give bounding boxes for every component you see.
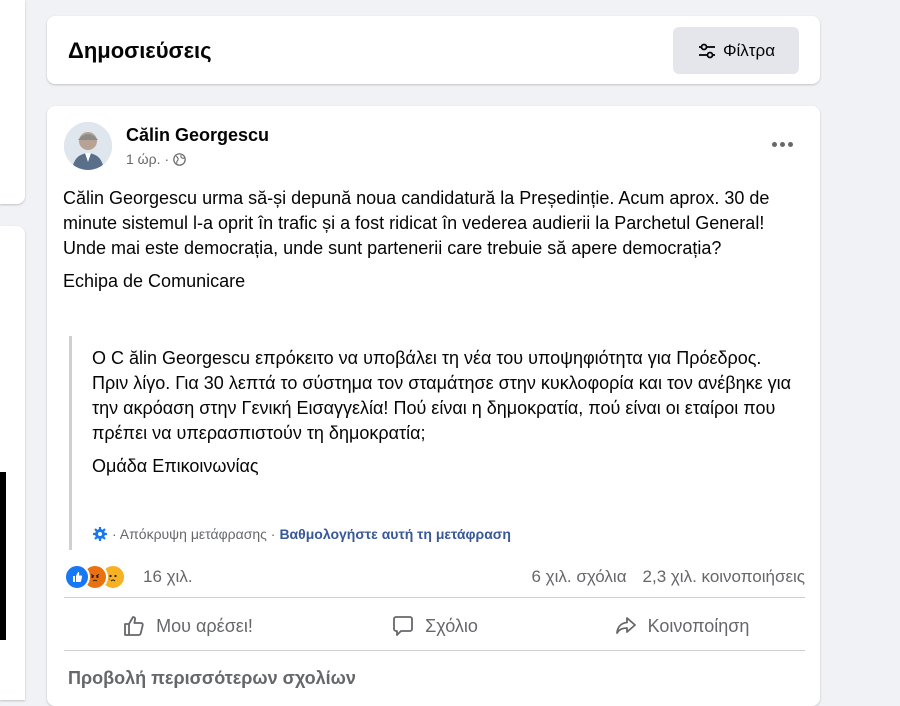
gear-icon (93, 527, 107, 541)
post-signature: Echipa de Comunicare (63, 271, 246, 291)
translation-links: · Απόκρυψη μετάφρασης · Βαθμολογήστε αυτ… (92, 526, 511, 542)
comment-count[interactable]: 6 χιλ. σχόλια (532, 567, 627, 587)
post-actions: Μου αρέσει! Σχόλιο Κοινοποίηση (64, 606, 805, 646)
post-body: Călin Georgescu urma să-și depună noua c… (63, 186, 808, 294)
avatar-photo (64, 122, 112, 170)
share-arrow-icon (615, 617, 636, 634)
avatar[interactable] (64, 122, 112, 170)
more-dots-icon (771, 141, 777, 147)
reaction-icons[interactable] (64, 564, 136, 590)
post-options-button[interactable] (768, 134, 796, 154)
view-more-comments-link[interactable]: Προβολή περισσότερων σχολίων (68, 668, 356, 689)
left-column-card (0, 0, 25, 204)
divider (64, 597, 805, 598)
post-meta: 1 ώρ. · (126, 151, 186, 167)
filter-button[interactable]: Φίλτρα (673, 27, 799, 74)
post-text: Călin Georgescu urma să-și depună noua c… (63, 188, 770, 258)
thumbs-up-icon (124, 616, 144, 636)
page-title: Δημοσιεύσεις (68, 38, 212, 63)
post-author[interactable]: Călin Georgescu (126, 125, 269, 146)
meta-separator: · (164, 151, 170, 167)
comment-bubble-icon (393, 616, 414, 636)
reactions-summary: 16 χιλ. 6 χιλ. σχόλια 2,3 χιλ. κοινοποιή… (64, 561, 805, 591)
filter-button-label: Φίλτρα (722, 40, 776, 60)
like-button[interactable]: Μου αρέσει! (64, 606, 311, 646)
filter-sliders-icon (698, 43, 715, 58)
comment-button[interactable]: Σχόλιο (311, 606, 558, 646)
share-button[interactable]: Κοινοποίηση (558, 606, 805, 646)
hide-translation-link[interactable]: · Απόκρυψη μετάφρασης · (112, 526, 275, 542)
comment-button-label: Σχόλιο (425, 615, 478, 636)
left-column-image-fragment (0, 472, 6, 640)
translation-block: Ο C ălin Georgescu επρόκειτο να υποβάλει… (69, 336, 807, 550)
globe-icon (173, 152, 186, 166)
like-button-label: Μου αρέσει! (156, 615, 253, 636)
share-button-label: Κοινοποίηση (647, 615, 750, 636)
post-time[interactable]: 1 ώρ. (126, 151, 160, 167)
translated-signature: Ομάδα Επικοινωνίας (92, 456, 259, 476)
translated-text: Ο C ălin Georgescu επρόκειτο να υποβάλει… (92, 348, 792, 443)
reaction-count[interactable]: 16 χιλ. (143, 567, 193, 587)
rate-translation-link[interactable]: Βαθμολογήστε αυτή τη μετάφραση (279, 526, 511, 542)
share-count[interactable]: 2,3 χιλ. κοινοποιήσεις (643, 567, 805, 587)
like-reaction-icon (64, 564, 90, 590)
divider (64, 650, 805, 651)
posts-header-card: Δημοσιεύσεις Φίλτρα (47, 16, 820, 84)
post-card: Călin Georgescu 1 ώρ. · Călin Georgescu … (47, 106, 820, 706)
